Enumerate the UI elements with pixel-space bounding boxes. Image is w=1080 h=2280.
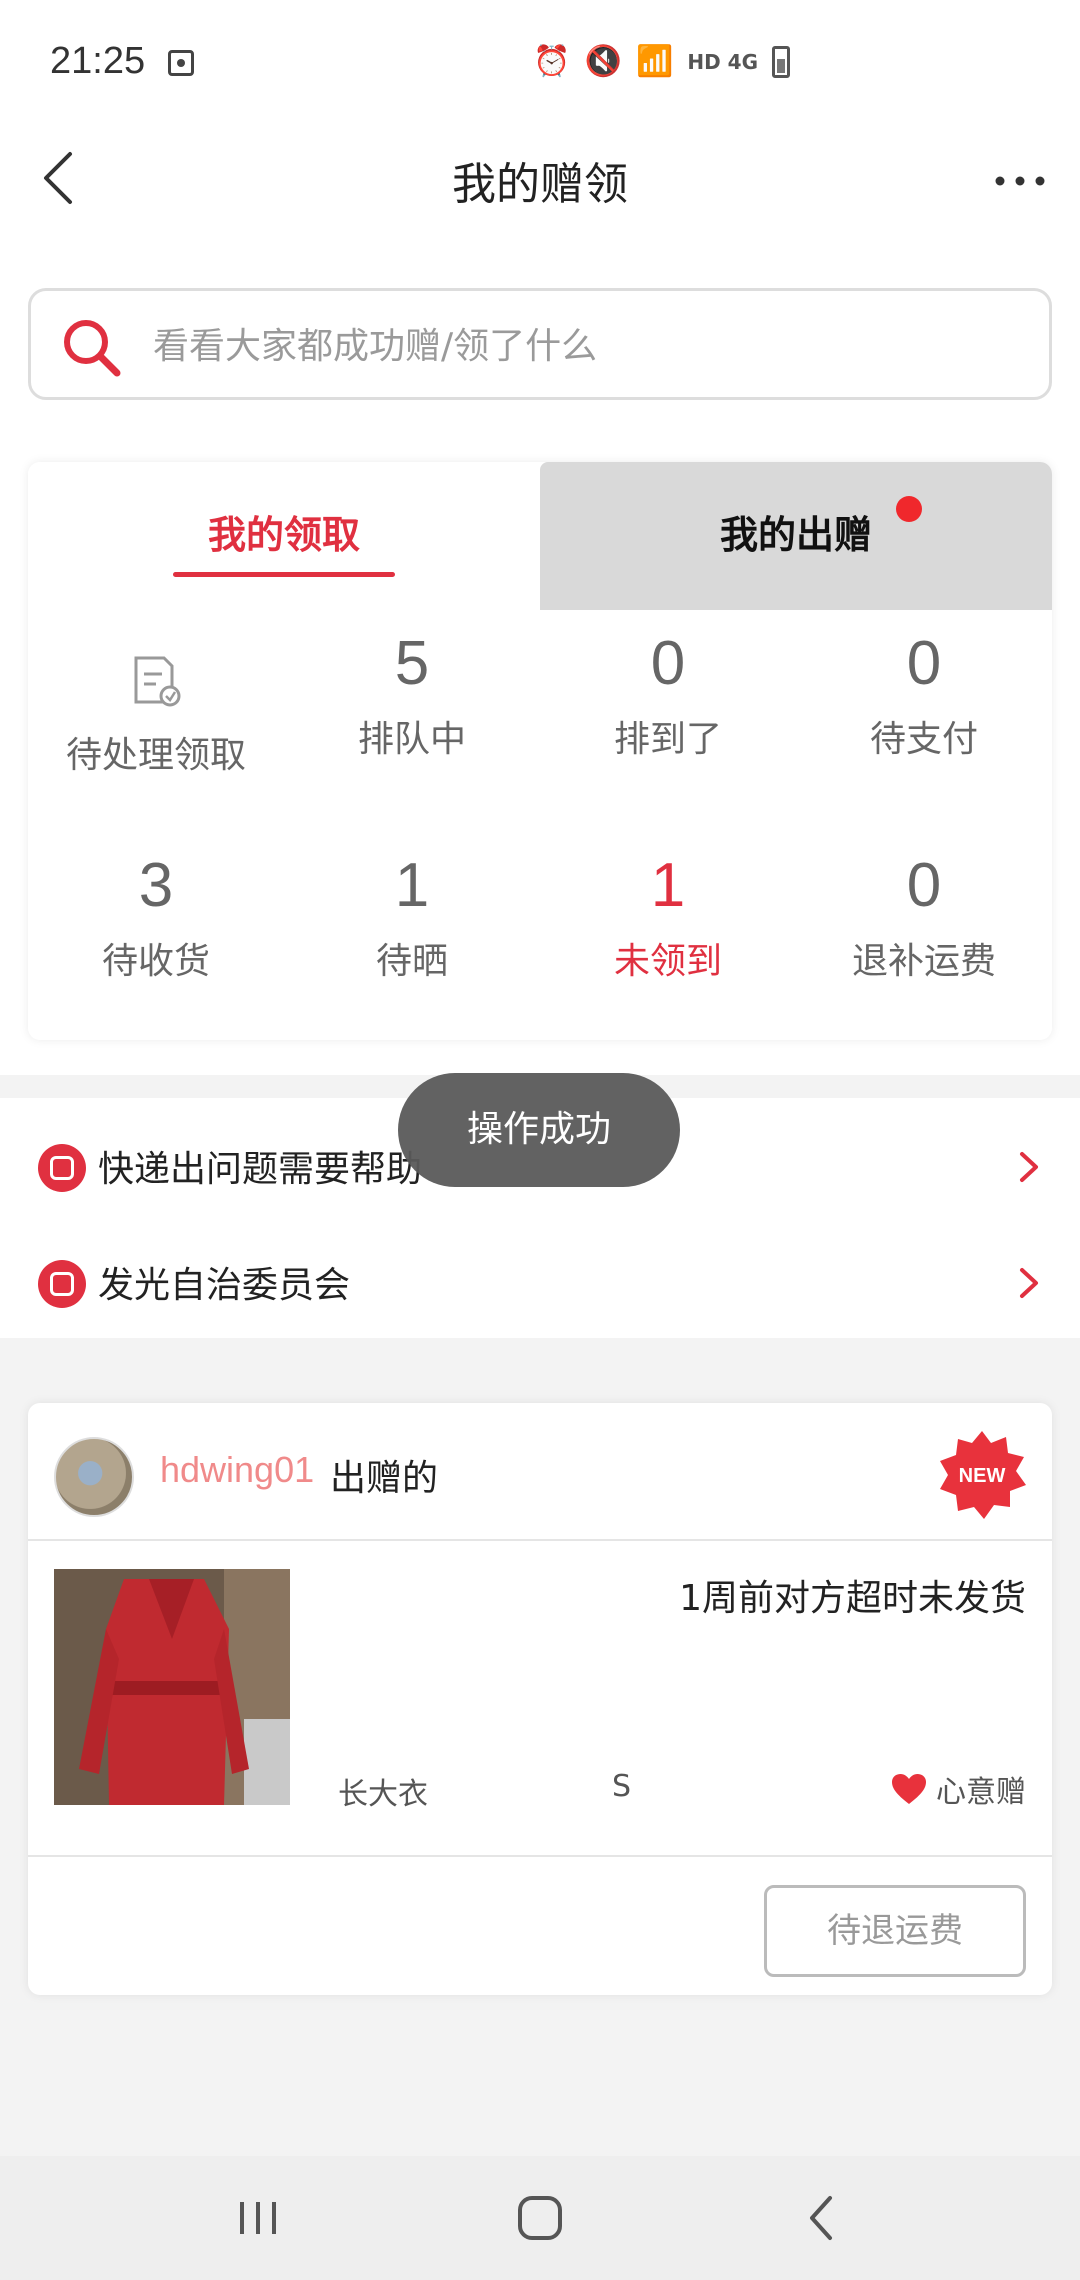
heart-icon	[892, 1774, 926, 1804]
mute-icon: 🔇	[584, 44, 622, 79]
status-time: 21:25	[50, 40, 146, 82]
network-label: HD 4G	[687, 49, 758, 74]
header: 我的赠领	[0, 130, 1080, 240]
username[interactable]: hdwing01	[160, 1449, 314, 1491]
stat-to-receive[interactable]: 3 待收货	[28, 846, 284, 1040]
product-image[interactable]	[54, 1569, 290, 1805]
stat-label: 未领到	[613, 941, 722, 982]
stat-pending-payment[interactable]: 0 待支付	[796, 624, 1052, 824]
toast-message: 操作成功	[398, 1073, 680, 1187]
battery-icon	[772, 45, 790, 78]
gift-type-label: 心意赠	[936, 1775, 1026, 1810]
search-icon	[64, 320, 121, 377]
stat-queuing[interactable]: 5 排队中	[284, 624, 540, 824]
stat-pending-claims[interactable]: 待处理领取	[28, 624, 284, 824]
gift-item-card[interactable]: hdwing01 出赠的 NEW 1周前对方超时未发货 长大衣 S 心意赠 待退…	[28, 1403, 1052, 1995]
more-icon[interactable]	[990, 166, 1050, 196]
help-link-committee[interactable]: 发光自治委员会	[0, 1226, 1080, 1342]
stat-value: 0	[906, 629, 942, 698]
item-status: 1周前对方超时未发货	[679, 1578, 1026, 1619]
action-text: 出赠的	[330, 1458, 439, 1499]
stat-label: 排队中	[357, 719, 466, 760]
chevron-right-icon	[1020, 1152, 1038, 1182]
coat-image	[54, 1569, 290, 1805]
stat-label: 待处理领取	[65, 735, 246, 776]
stat-value: 1	[394, 851, 430, 920]
active-tab-indicator	[173, 572, 395, 577]
stat-not-received[interactable]: 1 未领到	[540, 846, 796, 1040]
tab-my-gifts-label: 我的出赠	[719, 513, 872, 557]
help-link-label: 发光自治委员会	[98, 1265, 351, 1306]
my-claims-card: 我的领取 我的出赠 待处理领取 5 排队中 0 排到了 0 待支付 3 待收货 …	[28, 462, 1052, 1040]
item-header: hdwing01 出赠的 NEW	[28, 1403, 1052, 1541]
search-box[interactable]	[28, 288, 1052, 400]
new-badge-icon: NEW	[940, 1431, 1026, 1519]
stat-queued[interactable]: 0 排到了	[540, 624, 796, 824]
stat-label: 待收货	[101, 941, 210, 982]
tab-bar: 我的领取 我的出赠	[28, 462, 1052, 610]
wifi-icon: 📶	[636, 44, 674, 79]
service-icon	[38, 1144, 86, 1192]
search-input[interactable]	[151, 311, 1015, 381]
document-icon	[134, 656, 181, 707]
stat-label: 退补运费	[851, 941, 996, 982]
divider	[28, 1855, 1052, 1857]
tab-my-claims-label: 我的领取	[207, 513, 360, 557]
avatar[interactable]	[54, 1437, 134, 1517]
product-size: S	[612, 1769, 632, 1804]
new-badge-text: NEW	[959, 1465, 1006, 1487]
home-icon[interactable]	[500, 2186, 580, 2250]
alarm-icon: ⏰	[533, 44, 571, 79]
stat-shipping-refund[interactable]: 0 退补运费	[796, 846, 1052, 1040]
stat-to-share[interactable]: 1 待晒	[284, 846, 540, 1040]
gift-type: 心意赠	[890, 1767, 1026, 1811]
status-icons: ⏰ 🔇 📶 HD 4G	[533, 44, 790, 79]
page-title: 我的赠领	[452, 159, 628, 210]
tab-my-gifts[interactable]: 我的出赠	[540, 462, 1052, 610]
stat-label: 待晒	[375, 941, 448, 982]
system-nav-bar	[0, 2156, 1080, 2280]
stat-label: 待支付	[869, 719, 978, 760]
chevron-right-icon	[1020, 1268, 1038, 1298]
screencast-icon	[168, 50, 194, 76]
back-nav-icon[interactable]	[782, 2186, 862, 2250]
stat-value: 1	[650, 851, 686, 920]
service-icon	[38, 1260, 86, 1308]
stat-label: 排到了	[613, 719, 722, 760]
tab-my-claims[interactable]: 我的领取	[28, 462, 540, 610]
status-bar: 21:25 ⏰ 🔇 📶 HD 4G	[0, 0, 1080, 130]
product-name: 长大衣	[338, 1777, 428, 1812]
stat-value: 0	[906, 851, 942, 920]
recent-apps-icon[interactable]	[218, 2186, 298, 2250]
stat-value: 0	[650, 629, 686, 698]
stats-grid: 待处理领取 5 排队中 0 排到了 0 待支付 3 待收货 1 待晒 1 未领到…	[28, 610, 1052, 1040]
pending-refund-button[interactable]: 待退运费	[764, 1885, 1026, 1977]
stat-value: 3	[138, 851, 174, 920]
notification-dot	[896, 496, 922, 522]
stat-value: 5	[394, 629, 430, 698]
help-link-label: 快递出问题需要帮助	[98, 1149, 423, 1190]
